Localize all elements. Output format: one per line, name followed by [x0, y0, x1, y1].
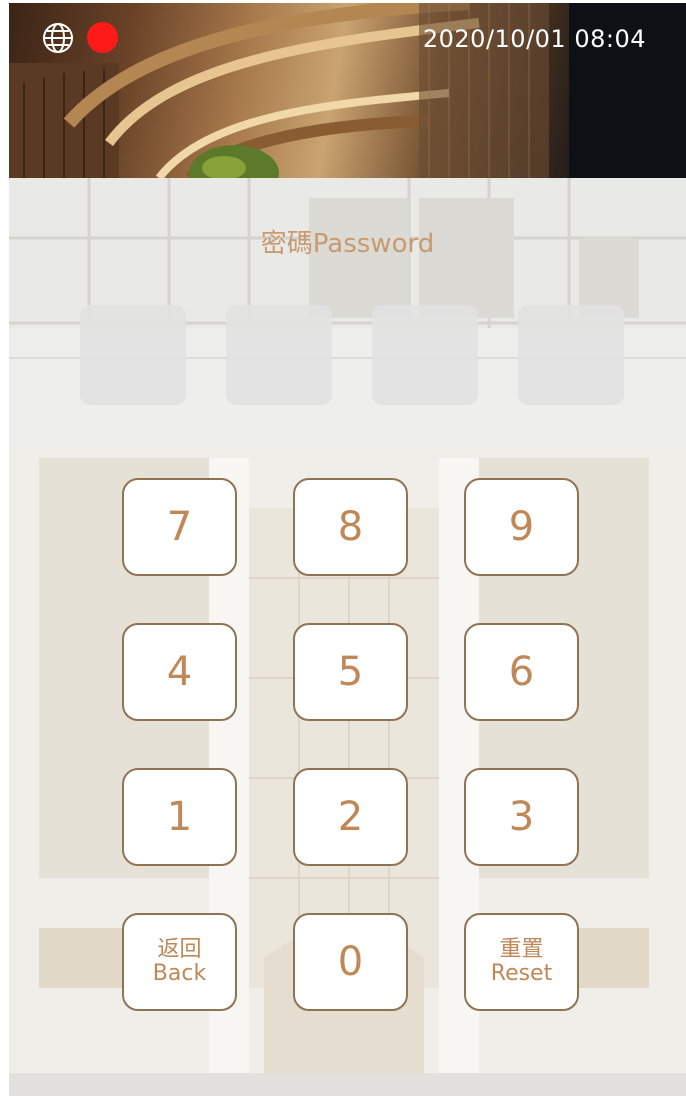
key-3-label: 3: [508, 794, 535, 840]
password-slot-1: [80, 305, 186, 405]
password-label: 密碼Password: [260, 229, 435, 259]
password-slot-2: [226, 305, 332, 405]
key-5-label: 5: [337, 649, 364, 695]
back-label-zh: 返回: [157, 937, 202, 962]
key-1-label: 1: [166, 794, 193, 840]
status-bar: 2020/10/01 08:04: [9, 3, 686, 73]
password-slot-3: [372, 305, 478, 405]
key-0-button[interactable]: 0: [293, 913, 408, 1011]
key-9-label: 9: [508, 504, 535, 550]
screen: 2020/10/01 08:04 密碼Password 7 8 9 4 5 6 …: [9, 3, 686, 1096]
key-6-label: 6: [508, 649, 535, 695]
key-0-label: 0: [337, 939, 364, 985]
key-2-button[interactable]: 2: [293, 768, 408, 866]
globe-icon[interactable]: [42, 22, 74, 54]
password-slot-4: [518, 305, 624, 405]
key-6-button[interactable]: 6: [464, 623, 579, 721]
key-1-button[interactable]: 1: [122, 768, 237, 866]
reset-button[interactable]: 重置 Reset: [464, 913, 579, 1011]
key-5-button[interactable]: 5: [293, 623, 408, 721]
header-banner-image: 2020/10/01 08:04: [9, 3, 686, 178]
key-2-label: 2: [337, 794, 364, 840]
key-4-button[interactable]: 4: [122, 623, 237, 721]
key-4-label: 4: [166, 649, 193, 695]
back-label-en: Back: [152, 961, 207, 986]
recording-indicator-icon: [87, 22, 118, 53]
key-3-button[interactable]: 3: [464, 768, 579, 866]
key-7-label: 7: [166, 504, 193, 550]
key-8-button[interactable]: 8: [293, 478, 408, 576]
back-button[interactable]: 返回 Back: [122, 913, 237, 1011]
key-9-button[interactable]: 9: [464, 478, 579, 576]
reset-label-zh: 重置: [499, 937, 544, 962]
key-7-button[interactable]: 7: [122, 478, 237, 576]
key-8-label: 8: [337, 504, 364, 550]
datetime: 2020/10/01 08:04: [422, 25, 646, 53]
reset-label-en: Reset: [490, 961, 553, 986]
